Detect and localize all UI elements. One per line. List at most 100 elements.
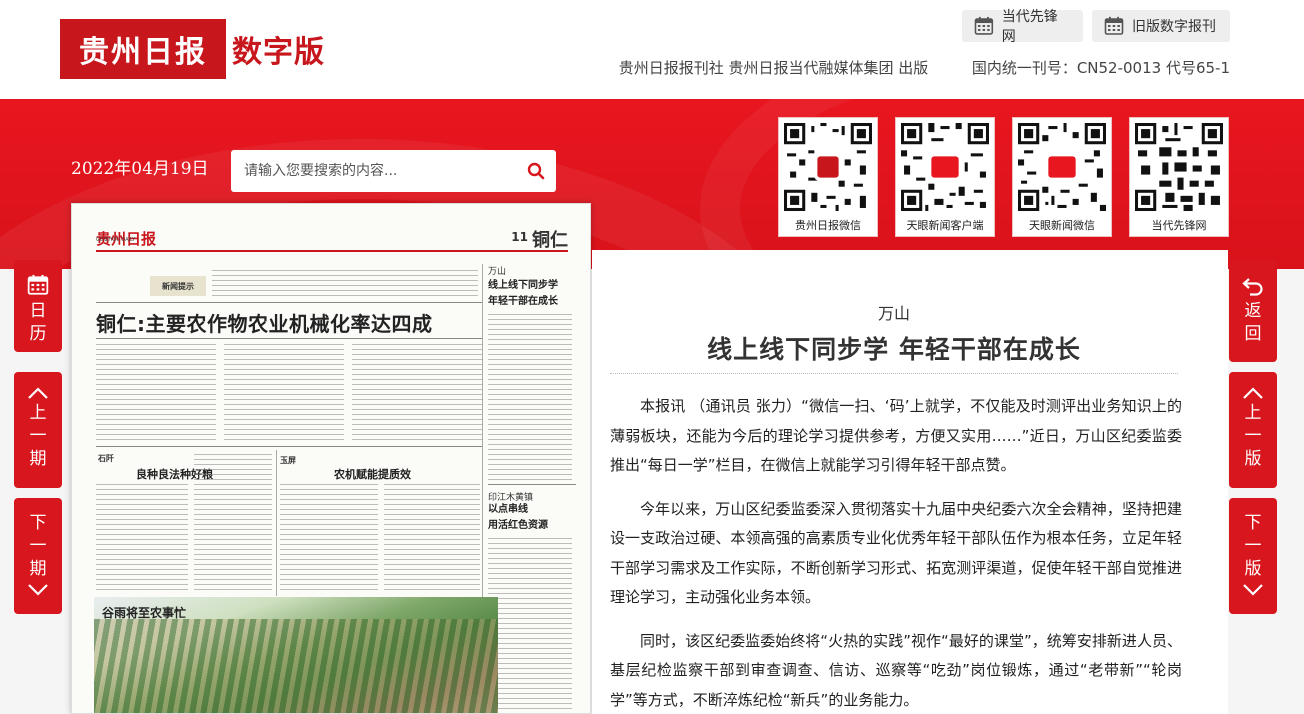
text-block xyxy=(384,484,480,592)
side-title-line: 用活红色资源 xyxy=(488,520,548,531)
calendar-icon xyxy=(974,16,994,35)
photo-title: 谷雨将至农事忙 xyxy=(102,606,187,620)
text-block xyxy=(352,344,482,440)
back-char: 回 xyxy=(1244,323,1262,344)
search-button[interactable] xyxy=(516,150,556,192)
newspaper-logo-sub: GUIZHOU DAILY xyxy=(96,237,136,243)
next-issue-button[interactable]: 下 一 期 xyxy=(14,498,62,614)
prev-page-char: 上 xyxy=(1244,403,1262,423)
prev-page-button[interactable]: 上 一 版 xyxy=(1229,372,1277,488)
rule xyxy=(96,446,482,447)
prev-page-char: 一 xyxy=(1244,425,1262,446)
old-edition-label: 旧版数字报刊 xyxy=(1132,19,1216,35)
side-title-line: 以点串线 xyxy=(488,504,528,515)
chevron-down-icon xyxy=(1243,584,1263,596)
qr-guizhou-daily-wechat: 贵州日报微信 xyxy=(778,117,878,237)
current-site-label: 当代先锋网 xyxy=(1001,9,1058,45)
col-place-2: 玉屏 xyxy=(280,456,296,465)
issue-date: 2022年04月19日 xyxy=(71,159,209,179)
next-issue-char: 一 xyxy=(29,535,47,556)
next-page-char: 下 xyxy=(1244,513,1262,533)
article-title: 线上线下同步学 年轻干部在成长 xyxy=(707,335,1081,364)
text-block xyxy=(224,344,344,440)
qr-tianyan-app: 天眼新闻客户端 xyxy=(895,117,995,237)
back-char: 返 xyxy=(1244,301,1262,321)
side-article-1-title[interactable]: 线上线下同步学 年轻干部在成长 xyxy=(488,278,558,310)
photo-field xyxy=(94,619,498,713)
qr-code-icon xyxy=(901,123,989,211)
side-title-line: 线上线下同步学 xyxy=(488,280,558,291)
prev-issue-char: 一 xyxy=(29,425,47,446)
search-input[interactable] xyxy=(231,150,516,192)
logo-sub: 数字版 xyxy=(232,35,325,70)
column-divider xyxy=(482,264,483,604)
text-block xyxy=(488,538,572,713)
site-header: 贵州日报 数字版 当代先锋网 旧版数字报刊 贵州日报报刊社 贵州日报当代融媒体集… xyxy=(0,0,1304,99)
text-block xyxy=(194,454,272,592)
title-divider xyxy=(610,373,1178,374)
col-place-1: 石阡 xyxy=(98,454,114,463)
text-block xyxy=(96,484,188,592)
article-kicker: 万山 xyxy=(877,304,910,323)
text-block xyxy=(488,314,572,480)
issn-text: 国内统一刊号：CN52-0013 代号65-1 xyxy=(971,59,1230,77)
newspaper-section: 铜仁 xyxy=(532,230,568,251)
article-paragraph: 本报讯 （通讯员 张力）“微信一扫、‘码’上就学，不仅能及时测评出业务知识上的薄… xyxy=(610,397,1182,474)
search-icon xyxy=(527,162,545,180)
newspaper-masthead: 贵州日报 11 铜仁 xyxy=(96,226,568,252)
qr-label: 当代先锋网 xyxy=(1151,219,1207,232)
column-divider xyxy=(276,450,277,596)
qr-dangdai-xianfeng: 当代先锋网 xyxy=(1129,117,1229,237)
prev-page-char: 版 xyxy=(1244,448,1262,469)
next-issue-char: 期 xyxy=(29,558,47,579)
chevron-down-icon xyxy=(28,584,48,596)
news-tip-tag: 新闻提示 xyxy=(150,276,206,296)
publisher-text: 贵州日报报刊社 贵州日报当代融媒体集团 出版 xyxy=(618,59,929,77)
back-button[interactable]: 返 回 xyxy=(1229,260,1277,362)
prev-issue-char: 上 xyxy=(29,403,47,423)
qr-code-icon xyxy=(784,123,872,211)
qr-label: 贵州日报微信 xyxy=(795,219,861,232)
article-paragraph: 今年以来，万山区纪委监委深入贯彻落实十九届中央纪委六次全会精神，坚持把建设一支政… xyxy=(610,499,1182,607)
calendar-char: 历 xyxy=(29,323,47,344)
site-logo[interactable]: 贵州日报 数字版 xyxy=(60,19,332,79)
side-article-2-title[interactable]: 以点串线 用活红色资源 xyxy=(488,502,548,534)
article-panel: 万山 线上线下同步学 年轻干部在成长 本报讯 （通讯员 张力）“微信一扫、‘码’… xyxy=(592,250,1228,714)
old-edition-button[interactable]: 旧版数字报刊 xyxy=(1092,10,1230,42)
rule xyxy=(488,484,576,485)
prev-issue-char: 期 xyxy=(29,448,47,469)
search-box xyxy=(231,150,556,192)
next-page-char: 一 xyxy=(1244,535,1262,556)
qr-code-icon xyxy=(1018,123,1106,211)
chevron-up-icon xyxy=(1243,387,1263,399)
qr-label: 天眼新闻微信 xyxy=(1029,219,1095,232)
qr-code-icon xyxy=(1135,123,1223,211)
qr-label: 天眼新闻客户端 xyxy=(906,219,984,232)
logo-main: 贵州日报 xyxy=(60,19,226,79)
calendar-button[interactable]: 日 历 xyxy=(14,260,62,352)
current-site-button[interactable]: 当代先锋网 xyxy=(962,9,1083,45)
side-place-1: 万山 xyxy=(488,267,507,277)
side-title-line: 年轻干部在成长 xyxy=(488,296,558,307)
chevron-up-icon xyxy=(28,387,48,399)
text-block xyxy=(280,484,378,592)
return-arrow-icon xyxy=(1242,278,1263,296)
newspaper-headline[interactable]: 铜仁:主要农作物农业机械化率达四成 xyxy=(96,308,433,337)
rule xyxy=(96,338,482,339)
newspaper-page-number: 11 xyxy=(511,230,528,244)
next-page-char: 版 xyxy=(1244,558,1262,579)
rule xyxy=(96,302,482,303)
calendar-icon xyxy=(1104,16,1124,35)
text-block xyxy=(212,270,478,298)
prev-issue-button[interactable]: 上 一 期 xyxy=(14,372,62,488)
qr-tianyan-wechat: 天眼新闻微信 xyxy=(1012,117,1112,237)
article-paragraph: 同时，该区纪委监委始终将“火热的实践”视作“最好的课堂”，统筹安排新进人员、基层… xyxy=(610,631,1182,709)
calendar-char: 日 xyxy=(29,301,47,321)
article-body: 本报讯 （通讯员 张力）“微信一扫、‘码’上就学，不仅能及时测评出业务知识上的薄… xyxy=(610,392,1182,714)
text-block xyxy=(96,344,216,440)
calendar-icon xyxy=(27,274,49,295)
col-article-2-title[interactable]: 农机赋能提质效 xyxy=(334,466,411,482)
next-issue-char: 下 xyxy=(29,513,47,533)
newspaper-page-image[interactable]: 贵州日报 11 铜仁 GUIZHOU DAILY 新闻提示 铜仁:主要农作物农业… xyxy=(71,203,591,714)
next-page-button[interactable]: 下 一 版 xyxy=(1229,498,1277,614)
